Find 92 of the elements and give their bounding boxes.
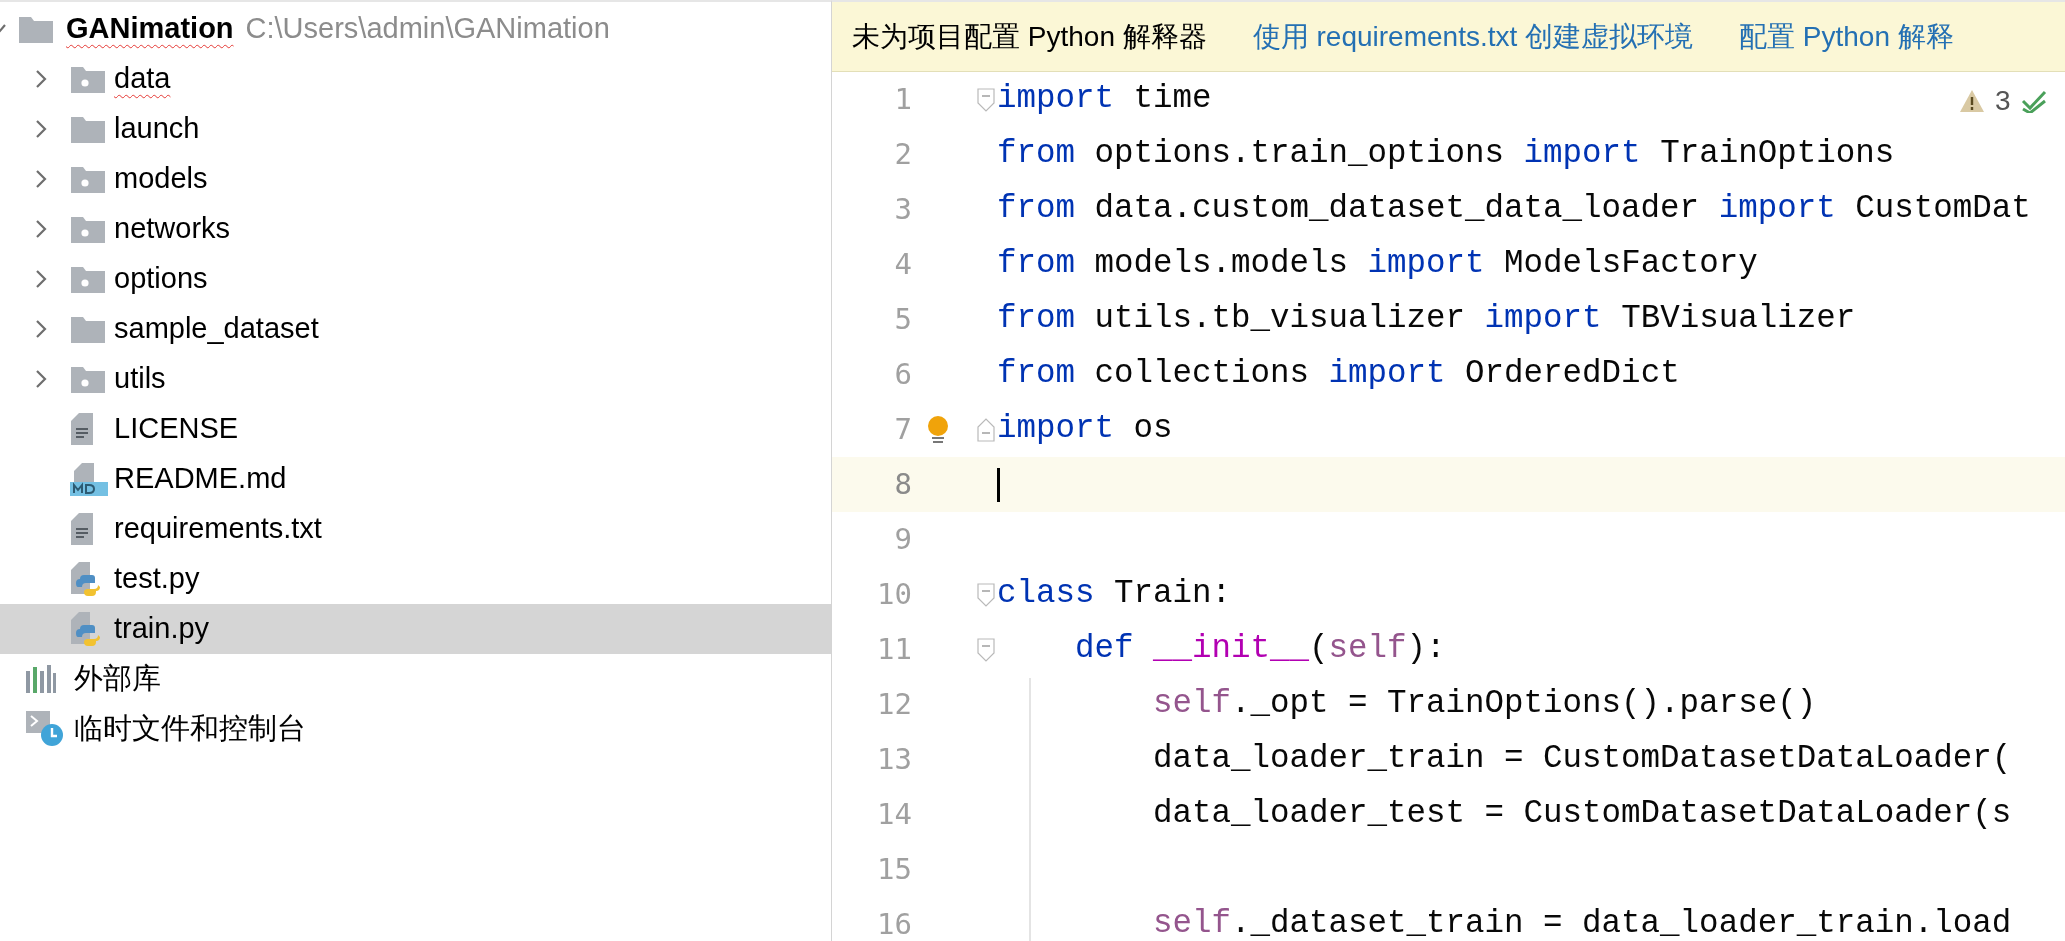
text-cursor [997,467,1000,502]
tree-item-label: networks [114,211,231,247]
code-text: data_loader_train = CustomDatasetDataLoader( [1152,743,2012,776]
package-folder-icon [70,164,106,194]
code-text: from models.models import ModelsFactory [997,248,1758,281]
warning-count: 3 [1995,84,2011,118]
line-number: 9 [893,520,912,558]
code-text: from data.custom_dataset_data_loader import CustomDat [997,193,2031,226]
package-folder-icon [70,64,106,94]
line-number: 13 [876,740,912,778]
fold-marker-icon[interactable] [977,582,995,607]
tree-item-label: requirements.txt [114,511,322,547]
line-number: 3 [893,190,912,228]
chevron-right-icon[interactable] [34,368,48,390]
tree-item[interactable]: 外部库 [0,654,831,704]
tree-item-label: options [114,261,208,297]
line-number: 5 [893,300,912,338]
tree-item[interactable]: options [0,254,831,304]
tree-item[interactable]: models [0,154,831,204]
check-icon [2020,89,2047,113]
line-number: 16 [876,905,912,941]
line-number: 10 [876,575,912,613]
tree-item-label: data [114,61,171,97]
line-number: 4 [893,245,912,283]
folder-icon [70,314,106,344]
tree-item[interactable]: 临时文件和控制台 [0,704,831,754]
code-text: import time [997,83,1212,116]
package-folder-icon [70,364,106,394]
notification-link[interactable]: 使用 requirements.txt 创建虚拟环境 [1252,15,1694,58]
tree-item-label: 外部库 [74,661,161,697]
code-text: data_loader_test = CustomDatasetDataLoader(s [1152,798,2012,831]
tree-item[interactable]: test.py [0,554,831,604]
project-path: C:\Users\admin\GANimation [245,11,610,47]
code-text: self._opt = TrainOptions().parse() [1152,688,1817,721]
notification-link[interactable]: 配置 Python 解释 [1739,15,1954,58]
line-number: 14 [876,795,912,833]
notification-message: 未为项目配置 Python 解释器 [852,19,1207,54]
tree-item[interactable]: launch [0,104,831,154]
chevron-right-icon[interactable] [34,218,48,240]
scratch-console-icon [26,711,64,747]
tree-item-label: test.py [114,561,200,597]
code-text: from utils.tb_visualizer import TBVisualizer [997,303,1856,336]
package-folder-icon [70,214,106,244]
project-name: GANimation [66,11,234,47]
tree-item-label: utils [114,361,166,397]
line-number: 11 [876,630,912,668]
tree-item[interactable]: data [0,54,831,104]
tree-item[interactable]: README.md [0,454,831,504]
python-file-icon [70,561,100,597]
line-number: 15 [876,850,912,888]
line-number: 6 [893,355,912,393]
code-text: from options.train_options import TrainOptions [997,138,1895,171]
code-text: import os [997,413,1173,446]
chevron-right-icon[interactable] [34,118,48,140]
fold-marker-icon[interactable] [977,87,995,112]
code-text: from collections import OrderedDict [997,358,1680,391]
tree-item[interactable]: train.py [0,604,831,654]
code-text: def __init__(self): [1074,633,1446,666]
fold-marker-icon[interactable] [977,417,995,442]
library-icon [26,665,56,693]
markdown-file-icon [70,462,108,496]
line-number: 2 [893,135,912,173]
code-text: class Train: [997,578,1232,611]
tree-item-label: launch [114,111,200,147]
chevron-right-icon[interactable] [34,268,48,290]
line-number: 1 [893,80,912,118]
tree-item[interactable]: networks [0,204,831,254]
tree-item-label: models [114,161,208,197]
folder-icon [18,14,54,44]
python-file-icon [70,611,100,647]
warning-icon [1959,89,1985,113]
text-file-icon [70,412,94,446]
tree-item[interactable]: LICENSE [0,404,831,454]
tree-item-label: 临时文件和控制台 [74,711,306,747]
tree-item-label: sample_dataset [114,311,319,347]
package-folder-icon [70,264,106,294]
text-file-icon [70,512,94,546]
line-number: 12 [876,685,912,723]
folder-icon [70,114,106,144]
chevron-right-icon[interactable] [34,318,48,340]
tree-item-label: LICENSE [114,411,239,447]
chevron-right-icon[interactable] [34,168,48,190]
tree-item[interactable]: utils [0,354,831,404]
line-number: 7 [893,410,912,448]
fold-marker-icon[interactable] [977,637,995,662]
lightbulb-icon[interactable] [927,414,949,445]
tree-item-label: train.py [114,611,210,647]
tree-item[interactable]: sample_dataset [0,304,831,354]
tree-item-label: README.md [114,461,287,497]
code-text: self._dataset_train = data_loader_train.load [1152,908,2012,941]
chevron-right-icon[interactable] [34,68,48,90]
tree-item[interactable]: requirements.txt [0,504,831,554]
